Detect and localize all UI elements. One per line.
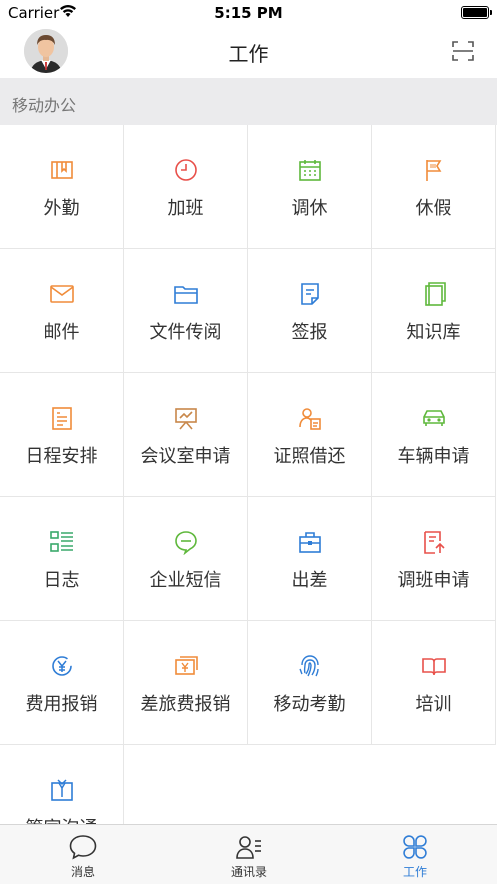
grid-item-label: 调休 bbox=[291, 198, 328, 219]
grid-item-17[interactable]: 差旅费报销 bbox=[124, 621, 248, 745]
grid-item-label: 签报 bbox=[291, 322, 328, 343]
grid-item-0[interactable]: 外勤 bbox=[0, 125, 124, 249]
clock-time: 5:15 PM bbox=[214, 4, 283, 22]
grid-item-3[interactable]: 休假 bbox=[372, 125, 496, 249]
grid-item-label: 证照借还 bbox=[273, 446, 346, 467]
grid-item-label: 加班 bbox=[167, 198, 204, 219]
nav-bar: 工作 bbox=[0, 26, 497, 78]
grid-item-label: 管家沟通 bbox=[0, 814, 123, 824]
map-icon bbox=[50, 161, 73, 179]
grid-item-label: 会议室申请 bbox=[140, 446, 231, 467]
grid-item-4[interactable]: 邮件 bbox=[0, 249, 124, 373]
chat-icon bbox=[69, 835, 97, 860]
tab-label: 通讯录 bbox=[230, 865, 267, 879]
grid-item-label: 企业短信 bbox=[149, 570, 222, 591]
grid-item-11[interactable]: 车辆申请 bbox=[372, 373, 496, 497]
app-grid: 外勤 加班 调休 休假邮件 文件传阅 签报 知识库日程安排 会议室申请 证照借还 车辆申请日志 企业… bbox=[0, 125, 497, 824]
calendar-icon bbox=[298, 160, 321, 181]
yen-bill-icon bbox=[174, 656, 198, 675]
grid-item-label: 休假 bbox=[415, 198, 452, 219]
book-icon bbox=[424, 282, 446, 306]
section-title: 移动办公 bbox=[12, 96, 77, 115]
list-icon bbox=[49, 531, 73, 552]
grid-item-label: 移动考勤 bbox=[273, 694, 346, 715]
contacts-icon bbox=[236, 836, 261, 859]
document-icon bbox=[300, 283, 319, 305]
grid-item-12[interactable]: 日志 bbox=[0, 497, 124, 621]
fingerprint-icon bbox=[298, 655, 319, 677]
shift-swap-icon bbox=[423, 531, 445, 554]
tab-contacts[interactable]: 通讯录 bbox=[166, 825, 332, 884]
grid-item-label: 差旅费报销 bbox=[140, 694, 231, 715]
grid-item-label: 培训 bbox=[415, 694, 452, 715]
grid-item-label: 文件传阅 bbox=[149, 322, 222, 343]
grid-item-label: 日程安排 bbox=[25, 446, 98, 467]
grid-item-5[interactable]: 文件传阅 bbox=[124, 249, 248, 373]
grid-item-label: 日志 bbox=[43, 570, 80, 591]
flag-icon bbox=[425, 160, 441, 181]
grid-item-7[interactable]: 知识库 bbox=[372, 249, 496, 373]
tab-work[interactable]: 工作 bbox=[332, 825, 497, 884]
grid-item-16[interactable]: 费用报销 bbox=[0, 621, 124, 745]
grid-item-label: 外勤 bbox=[43, 198, 80, 219]
grid-item-13[interactable]: 企业短信 bbox=[124, 497, 248, 621]
grid-item-label: 邮件 bbox=[43, 322, 80, 343]
grid-item-6[interactable]: 签报 bbox=[248, 249, 372, 373]
grid-item-8[interactable]: 日程安排 bbox=[0, 373, 124, 497]
grid-item-2[interactable]: 调休 bbox=[248, 125, 372, 249]
grid-item-label: 调班申请 bbox=[397, 570, 470, 591]
section-header: 移动办公 bbox=[0, 78, 497, 125]
butler-icon bbox=[50, 779, 73, 801]
tab-messages[interactable]: 消息 bbox=[0, 825, 166, 884]
grid-item-18[interactable]: 移动考勤 bbox=[248, 621, 372, 745]
grid-item-14[interactable]: 出差 bbox=[248, 497, 372, 621]
mail-icon bbox=[49, 285, 74, 303]
meeting-board-icon bbox=[174, 408, 197, 430]
grid-item-1[interactable]: 加班 bbox=[124, 125, 248, 249]
briefcase-icon bbox=[298, 532, 321, 553]
grid-item-label: 费用报销 bbox=[25, 694, 98, 715]
yen-refund-icon bbox=[51, 656, 72, 676]
grid-item-label: 知识库 bbox=[406, 322, 461, 343]
tab-label: 工作 bbox=[402, 865, 427, 879]
folder-icon bbox=[173, 286, 198, 304]
grid-item-10[interactable]: 证照借还 bbox=[248, 373, 372, 497]
grid-item-15[interactable]: 调班申请 bbox=[372, 497, 496, 621]
clover-grid-icon bbox=[403, 835, 427, 859]
scan-icon[interactable] bbox=[452, 40, 474, 62]
clock-icon bbox=[174, 159, 197, 181]
car-icon bbox=[422, 410, 445, 426]
id-card-icon bbox=[298, 408, 321, 430]
schedule-icon bbox=[51, 407, 72, 430]
status-bar: Carrier 5:15 PM bbox=[0, 0, 497, 26]
chat-bubble-icon bbox=[174, 531, 197, 555]
open-book-icon bbox=[421, 658, 446, 676]
battery-icon bbox=[461, 6, 492, 19]
tab-label: 消息 bbox=[70, 865, 95, 879]
grid-item-label: 出差 bbox=[291, 570, 328, 591]
page-title: 工作 bbox=[228, 42, 269, 66]
tab-bar: 消息 通讯录 工作 bbox=[0, 824, 497, 884]
grid-item-20[interactable]: 管家沟通 bbox=[0, 745, 124, 824]
grid-item-19[interactable]: 培训 bbox=[372, 621, 496, 745]
grid-item-9[interactable]: 会议室申请 bbox=[124, 373, 248, 497]
grid-item-label: 车辆申请 bbox=[397, 446, 470, 467]
